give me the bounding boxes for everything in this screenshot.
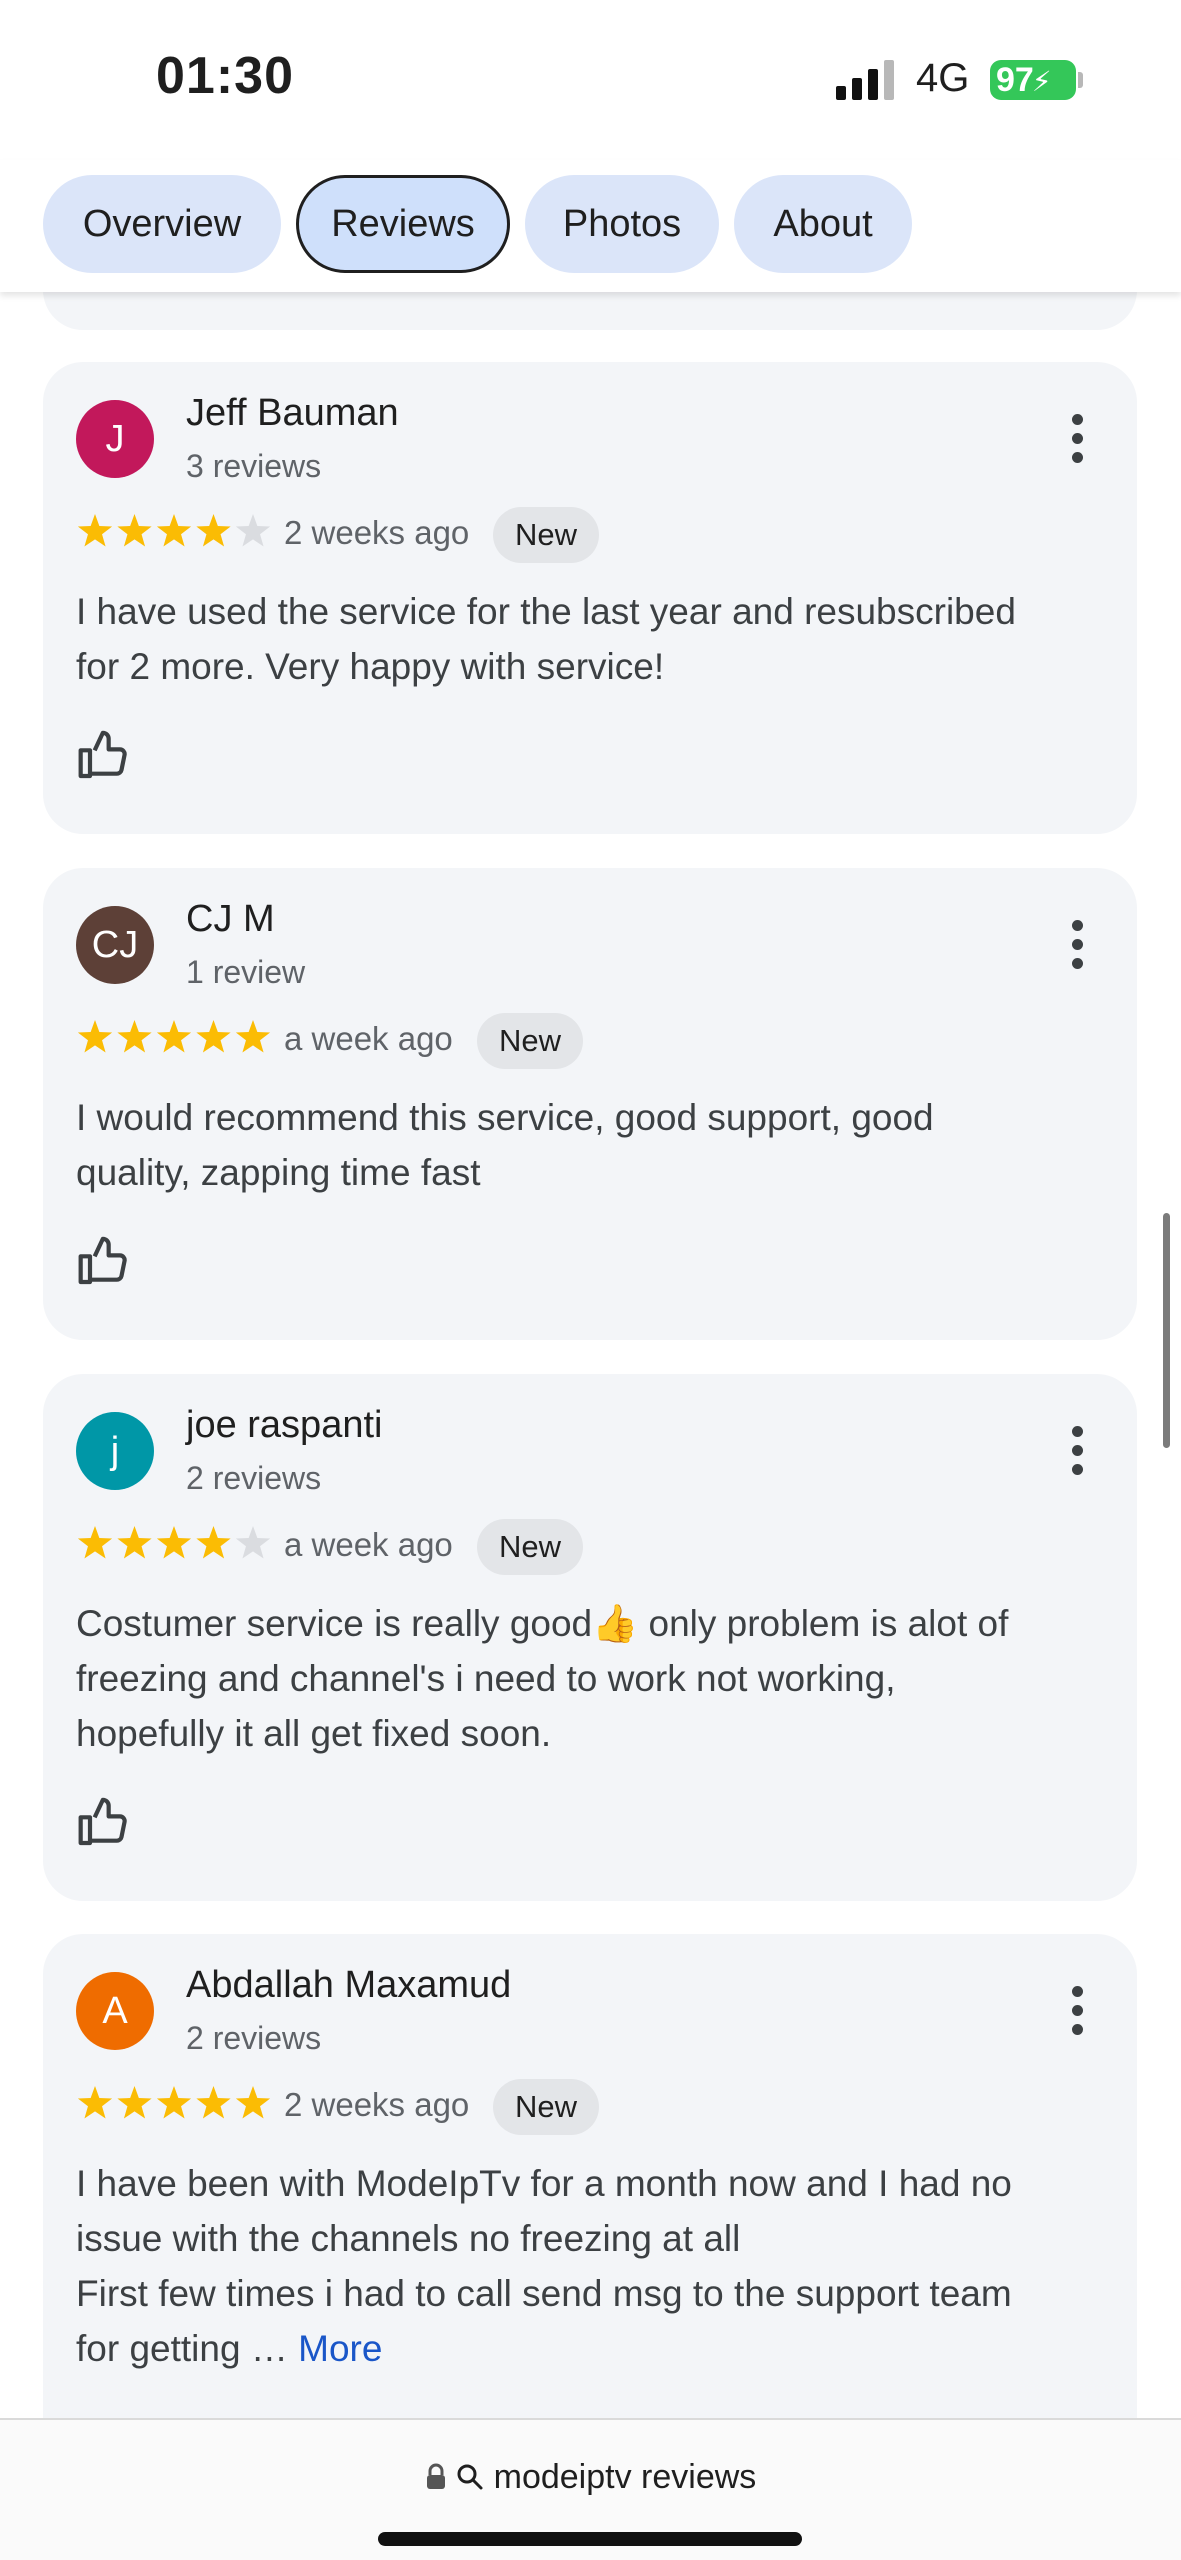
star-filled-icon (196, 514, 231, 547)
review-text-line: for getting … More (76, 2328, 383, 2369)
charging-bolt-icon: ⚡ (1031, 66, 1052, 97)
tab-about[interactable]: About (734, 175, 912, 273)
review-text-line: Costumer service is really good👍 only pr… (76, 1603, 1009, 1644)
more-options-icon[interactable] (1069, 1986, 1085, 2038)
review-text-line: issue with the channels no freezing at a… (76, 2218, 741, 2259)
star-filled-icon (156, 1526, 192, 1559)
review-count: 1 review (186, 954, 306, 990)
reviewer-name[interactable]: joe raspanti (186, 1404, 382, 1447)
url-display[interactable]: modeiptv reviews (0, 2458, 1181, 2497)
star-filled-icon (156, 514, 192, 547)
battery-cap (1078, 72, 1083, 88)
star-filled-icon (196, 1020, 231, 1053)
reviewer-name[interactable]: CJ M (186, 898, 275, 941)
home-indicator[interactable] (378, 2532, 802, 2546)
scrollbar-thumb[interactable] (1163, 1213, 1170, 1448)
avatar[interactable]: A (76, 1972, 154, 2050)
star-filled-icon (235, 2086, 271, 2119)
star-filled-icon (196, 2086, 231, 2119)
star-filled-icon (77, 514, 113, 547)
more-link[interactable]: More (288, 2328, 382, 2369)
star-filled-icon (117, 2086, 152, 2119)
review-text-line: I would recommend this service, good sup… (76, 1097, 934, 1138)
tab-bar: Overview Reviews Photos About (0, 160, 1181, 292)
review-card: CJ CJ M 1 review a week ago New I would … (43, 868, 1137, 1340)
star-filled-icon (156, 1020, 192, 1053)
review-text-line: hopefully it all get fixed soon. (76, 1713, 552, 1754)
star-rating (77, 2086, 271, 2119)
star-empty-icon (235, 514, 271, 547)
battery-icon: 97⚡ (990, 60, 1076, 100)
avatar[interactable]: CJ (76, 906, 154, 984)
review-date: 2 weeks ago (284, 2086, 470, 2123)
battery-level: 97 (996, 61, 1034, 99)
new-badge: New (493, 507, 600, 563)
review-text-line: quality, zapping time fast (76, 1152, 481, 1193)
search-icon (457, 2464, 483, 2490)
avatar[interactable]: J (76, 400, 154, 478)
thumbs-up-icon[interactable] (76, 1794, 132, 1850)
signal-icon (836, 60, 894, 100)
more-options-icon[interactable] (1069, 414, 1085, 466)
url-text[interactable]: modeiptv reviews (494, 2458, 757, 2496)
review-text-line: I have been with ModeIpTv for a month no… (76, 2163, 1012, 2204)
new-badge: New (477, 1519, 584, 1575)
review-date: a week ago (284, 1020, 453, 1057)
review-count: 2 reviews (186, 2020, 322, 2056)
star-filled-icon (117, 1526, 152, 1559)
star-rating (77, 1526, 271, 1559)
star-filled-icon (117, 1020, 152, 1053)
lock-icon (426, 2463, 445, 2489)
star-rating (77, 514, 271, 547)
review-card: j joe raspanti 2 reviews a week ago New … (43, 1374, 1137, 1901)
network-type: 4G (916, 56, 970, 100)
review-text: Costumer service is really good👍 only pr… (76, 1596, 1106, 1761)
review-text: I have been with ModeIpTv for a month no… (76, 2156, 1106, 2376)
more-options-icon[interactable] (1069, 1426, 1085, 1478)
star-filled-icon (117, 514, 152, 547)
reviewer-name[interactable]: Abdallah Maxamud (186, 1964, 511, 2007)
review-date: a week ago (284, 1526, 453, 1563)
thumbs-up-icon[interactable] (76, 727, 132, 783)
star-filled-icon (235, 1020, 271, 1053)
review-text-line: I have used the service for the last yea… (76, 591, 1016, 632)
review-count: 3 reviews (186, 448, 322, 484)
address-bar[interactable]: modeiptv reviews (0, 2418, 1181, 2560)
review-text: I would recommend this service, good sup… (76, 1090, 1106, 1200)
thumbs-up-icon[interactable] (76, 1233, 132, 1289)
review-text: I have used the service for the last yea… (76, 584, 1106, 694)
star-filled-icon (156, 2086, 192, 2119)
new-badge: New (477, 1013, 584, 1069)
tab-photos[interactable]: Photos (525, 175, 719, 273)
star-rating (77, 1020, 271, 1053)
avatar[interactable]: j (76, 1412, 154, 1490)
reviewer-name[interactable]: Jeff Bauman (186, 392, 399, 435)
star-filled-icon (77, 1526, 113, 1559)
review-text-line: freezing and channel's i need to work no… (76, 1658, 896, 1699)
star-filled-icon (77, 1020, 113, 1053)
review-date: 2 weeks ago (284, 514, 470, 551)
star-filled-icon (77, 2086, 113, 2119)
review-card: J Jeff Bauman 3 reviews 2 weeks ago New … (43, 362, 1137, 834)
review-text-line: for 2 more. Very happy with service! (76, 646, 665, 687)
more-options-icon[interactable] (1069, 920, 1085, 972)
star-filled-icon (196, 1526, 231, 1559)
status-bar: 01:30 4G 97⚡ (0, 0, 1181, 160)
review-card: A Abdallah Maxamud 2 reviews 2 weeks ago… (43, 1934, 1137, 2494)
review-text-line: First few times i had to call send msg t… (76, 2273, 1012, 2314)
review-count: 2 reviews (186, 1460, 322, 1496)
tab-overview[interactable]: Overview (43, 175, 281, 273)
star-empty-icon (235, 1526, 271, 1559)
new-badge: New (493, 2079, 600, 2135)
status-time: 01:30 (156, 47, 294, 105)
tab-reviews[interactable]: Reviews (296, 175, 510, 273)
